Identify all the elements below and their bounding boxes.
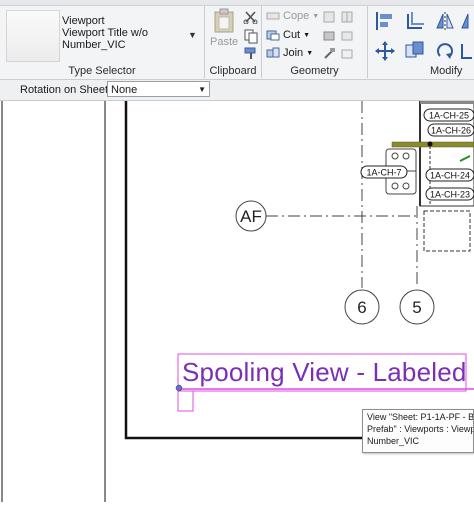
clipboard-label: Clipboard: [209, 65, 257, 77]
chevron-down-icon: ▼: [198, 85, 206, 94]
split-face-icon[interactable]: [340, 10, 354, 24]
copy-element-icon[interactable]: [404, 40, 426, 62]
pipe-node: [427, 141, 433, 147]
tag-1a-ch-26: 1A-CH-26: [427, 123, 474, 137]
cut-geometry-button[interactable]: Cut ▼: [266, 29, 310, 41]
chevron-down-icon[interactable]: ▼: [188, 30, 197, 40]
remove-paint-icon[interactable]: [340, 29, 354, 43]
cut-label: Cut: [283, 29, 301, 41]
type-name: Viewport Title w/o: [62, 27, 149, 39]
grid-label-af: AF: [240, 207, 262, 226]
tag-1a-ch-7: 1A-CH-7: [360, 165, 408, 179]
grid-label-6: 6: [357, 298, 366, 317]
offset-icon[interactable]: [404, 10, 426, 32]
svg-text:1A-CH-26: 1A-CH-26: [431, 126, 471, 136]
geometry-label: Geometry: [290, 65, 339, 77]
ribbon: Viewport Viewport Title w/o Number_VIC ▼…: [0, 0, 474, 80]
rotation-label: Rotation on Sheet:: [20, 84, 112, 96]
cope-label: Cope: [283, 10, 310, 22]
paint-icon[interactable]: [322, 29, 336, 43]
match-properties-icon[interactable]: [243, 46, 259, 60]
chevron-down-icon: ▼: [303, 31, 311, 39]
type-preview[interactable]: [6, 10, 60, 62]
join-icon: [266, 47, 280, 58]
chevron-down-icon: ▼: [306, 49, 314, 57]
modify-label: Modify: [430, 65, 463, 77]
wall-joins-icon[interactable]: [322, 10, 336, 24]
rotation-select[interactable]: None ▼: [107, 81, 210, 97]
cope-icon: [266, 12, 280, 20]
svg-text:1A-CH-7: 1A-CH-7: [366, 168, 401, 178]
tooltip-line-2: Prefab" : Viewports : Viewp: [367, 424, 474, 434]
viewport-title[interactable]: Spooling View - Labeled: [182, 357, 467, 388]
pipe-segment: [391, 141, 474, 148]
align-icon[interactable]: [374, 10, 396, 32]
rotate-icon[interactable]: [434, 40, 456, 62]
mirror-draw-axis-icon[interactable]: [460, 10, 474, 32]
cope-button[interactable]: Cope ▼: [266, 10, 319, 22]
element-tooltip: View "Sheet: P1-1A-PF - Bu Prefab" : Vie…: [362, 409, 474, 453]
copy-icon[interactable]: [243, 28, 259, 44]
equipment-top: [420, 101, 474, 104]
svg-text:1A-CH-24: 1A-CH-24: [430, 171, 470, 181]
tag-1a-ch-25: 1A-CH-25: [423, 108, 474, 122]
type-selector-label: Type Selector: [68, 65, 136, 77]
join-button[interactable]: Join ▼: [266, 47, 313, 59]
paste-button[interactable]: Paste: [210, 8, 238, 48]
demolish-icon[interactable]: [322, 47, 336, 61]
options-bar: Rotation on Sheet:: [0, 80, 474, 101]
cut-scissors-icon[interactable]: [243, 10, 259, 24]
type-selector-dropdown[interactable]: Viewport Viewport Title w/o Number_VIC: [62, 15, 187, 51]
grid-label-5: 5: [412, 298, 421, 317]
svg-text:1A-CH-25: 1A-CH-25: [429, 111, 469, 121]
join-label: Join: [283, 47, 304, 59]
rotation-value: None: [111, 84, 138, 96]
title-label-handle-box: [177, 390, 194, 412]
type-name-cont: Number_VIC: [62, 39, 126, 51]
svg-text:1A-CH-23: 1A-CH-23: [430, 190, 470, 200]
type-family: Viewport: [62, 15, 105, 27]
equipment-hidden: [423, 210, 471, 252]
mirror-pick-axis-icon[interactable]: [434, 10, 456, 32]
tag-1a-ch-24: 1A-CH-24: [425, 168, 474, 182]
tooltip-line-1: View "Sheet: P1-1A-PF - Bu: [367, 412, 474, 422]
chevron-down-icon: ▼: [312, 12, 320, 20]
ribbon-top-strip: [0, 0, 474, 6]
tooltip-line-3: Number_VIC: [367, 436, 420, 446]
clipboard-icon: [214, 8, 234, 33]
panel-divider: [367, 6, 368, 78]
leader-arrow: [459, 155, 471, 162]
tag-1a-ch-23: 1A-CH-23: [425, 187, 474, 201]
trim-extend-icon[interactable]: [460, 40, 474, 62]
cut-geometry-icon: [266, 30, 280, 41]
move-icon[interactable]: [374, 40, 396, 62]
wall-icon[interactable]: [340, 47, 354, 61]
paste-label: Paste: [210, 36, 239, 48]
